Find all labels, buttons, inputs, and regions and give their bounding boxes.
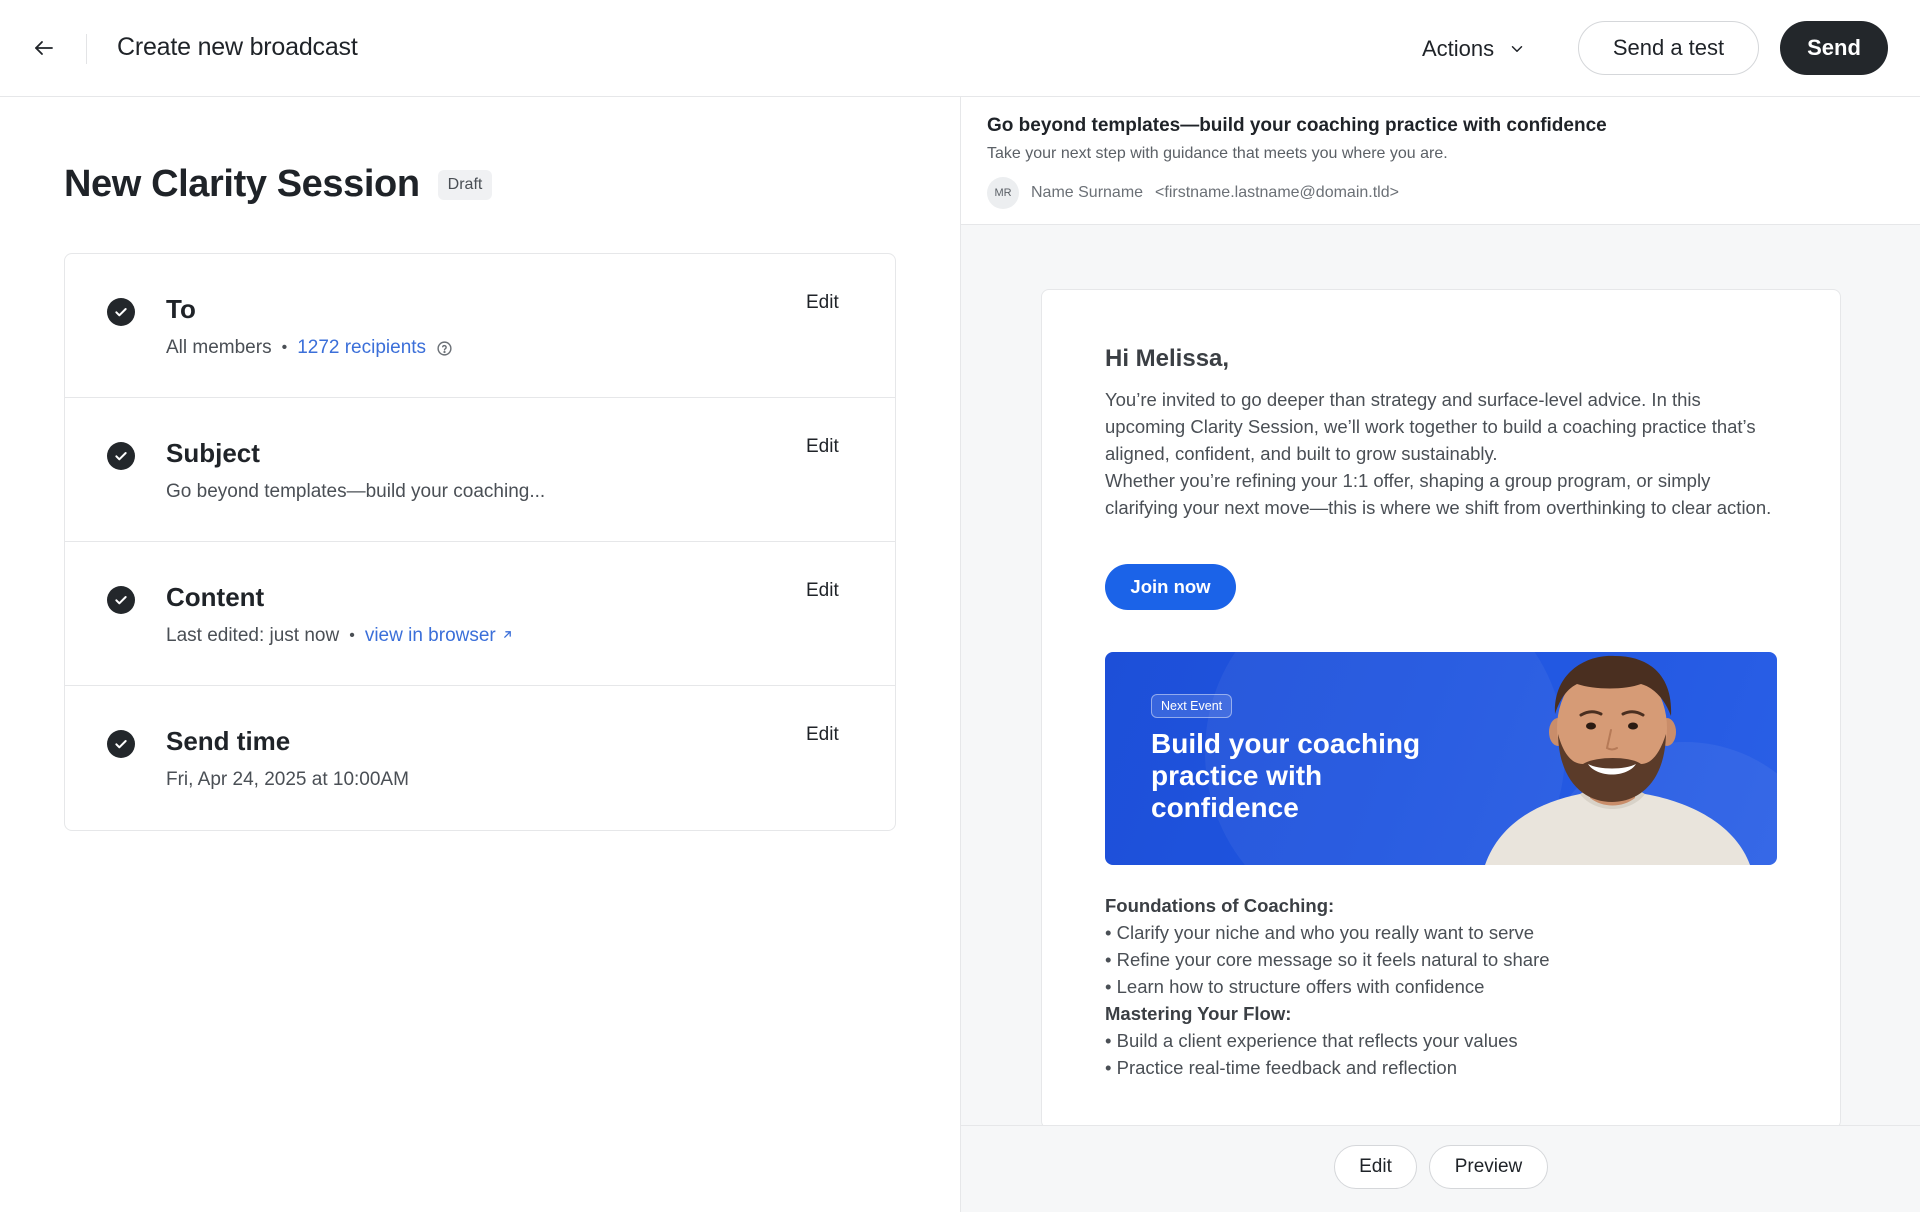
- list-item: • Learn how to structure offers with con…: [1105, 976, 1485, 997]
- avatar: MR: [987, 177, 1019, 209]
- step-subject-summary: Go beyond templates—build your coaching.…: [166, 481, 545, 503]
- section-mastering-flow: Mastering Your Flow: • Build a client ex…: [1105, 1000, 1785, 1081]
- join-now-button[interactable]: Join now: [1105, 564, 1236, 610]
- sender-row: MR Name Surname <firstname.lastname@doma…: [987, 177, 1399, 209]
- section-foundations: Foundations of Coaching: • Clarify your …: [1105, 892, 1785, 1000]
- list-item: • Refine your core message so it feels n…: [1105, 949, 1550, 970]
- step-to-title: To: [166, 294, 196, 324]
- page-title: Create new broadcast: [117, 33, 358, 61]
- banner-title: Build your coaching practice with confid…: [1151, 728, 1421, 823]
- step-subject-title: Subject: [166, 438, 260, 468]
- list-item: • Clarify your niche and who you really …: [1105, 922, 1535, 943]
- view-in-browser-label: view in browser: [364, 625, 496, 646]
- step-to-summary: All members • 1272 recipients: [166, 337, 453, 359]
- arrow-left-icon: [35, 41, 53, 55]
- step-subject: Subject Go beyond templates—build your c…: [65, 398, 895, 542]
- step-to: To All members • 1272 recipients Edit: [65, 254, 895, 398]
- last-edited-label: Last edited: just now: [166, 625, 340, 646]
- broadcast-title-row: New Clarity Session Draft: [64, 163, 493, 206]
- top-bar: Create new broadcast Actions Send a test…: [0, 0, 1920, 97]
- edit-content-button[interactable]: Edit: [806, 580, 839, 602]
- section-heading: Foundations of Coaching:: [1105, 895, 1335, 916]
- step-content-title: Content: [166, 582, 265, 612]
- edit-send-time-button[interactable]: Edit: [806, 724, 839, 746]
- send-test-button[interactable]: Send a test: [1578, 21, 1759, 75]
- step-send-time-summary: Fri, Apr 24, 2025 at 10:00AM: [166, 769, 409, 791]
- actions-dropdown[interactable]: Actions: [1422, 32, 1526, 66]
- send-time-value: Fri, Apr 24, 2025 at 10:00AM: [166, 769, 409, 790]
- help-circle-icon[interactable]: [436, 340, 453, 357]
- sender-email: <firstname.lastname@domain.tld>: [1155, 184, 1399, 201]
- step-send-time-title: Send time: [166, 726, 291, 756]
- banner-chip: Next Event: [1151, 694, 1233, 718]
- chevron-down-icon: [1511, 46, 1523, 52]
- header-divider: [86, 34, 87, 64]
- broadcast-steps: To All members • 1272 recipients Edit Su…: [64, 253, 896, 831]
- email-greeting: Hi Melissa,: [1105, 345, 1230, 372]
- email-paragraph: You’re invited to go deeper than strateg…: [1105, 389, 1756, 464]
- email-subject: Go beyond templates—build your coaching …: [987, 115, 1607, 136]
- email-paragraph: Whether you’re refining your 1:1 offer, …: [1105, 470, 1772, 518]
- email-preheader: Take your next step with guidance that m…: [987, 145, 1448, 162]
- edit-subject-button[interactable]: Edit: [806, 436, 839, 458]
- edit-to-button[interactable]: Edit: [806, 292, 839, 314]
- actions-label: Actions: [1422, 36, 1495, 61]
- check-circle-icon: [107, 586, 135, 614]
- check-circle-icon: [107, 298, 135, 326]
- preview-footer: Edit Preview: [961, 1125, 1920, 1212]
- audience-label: All members: [166, 337, 272, 358]
- email-preview-pane: Go beyond templates—build your coaching …: [960, 97, 1920, 1212]
- email-body-card: Hi Melissa, You’re invited to go deeper …: [1041, 289, 1841, 1129]
- send-button[interactable]: Send: [1780, 21, 1888, 75]
- step-content: Content Last edited: just now • view in …: [65, 542, 895, 686]
- recipients-link[interactable]: 1272 recipients: [297, 337, 426, 359]
- list-item: • Practice real-time feedback and reflec…: [1105, 1057, 1457, 1078]
- check-circle-icon: [107, 730, 135, 758]
- email-body-text: You’re invited to go deeper than strateg…: [1105, 386, 1785, 521]
- external-arrow-icon: [504, 631, 511, 638]
- preview-button[interactable]: Preview: [1429, 1145, 1548, 1189]
- view-in-browser-link[interactable]: view in browser: [365, 625, 514, 647]
- subject-preview: Go beyond templates—build your coaching.…: [166, 481, 546, 502]
- broadcast-title: New Clarity Session: [64, 163, 420, 205]
- back-button[interactable]: [26, 30, 62, 66]
- list-item: • Build a client experience that reflect…: [1105, 1030, 1518, 1051]
- step-content-summary: Last edited: just now • view in browser: [166, 625, 514, 647]
- step-send-time: Send time Fri, Apr 24, 2025 at 10:00AM E…: [65, 686, 895, 830]
- bullet-separator: •: [349, 627, 355, 644]
- smiling-man-image: [1485, 655, 1750, 865]
- edit-email-button[interactable]: Edit: [1334, 1145, 1417, 1189]
- check-circle-icon: [107, 442, 135, 470]
- section-heading: Mastering Your Flow:: [1105, 1003, 1292, 1024]
- broadcast-settings-pane: New Clarity Session Draft To All members…: [0, 97, 960, 1212]
- email-header: Go beyond templates—build your coaching …: [961, 97, 1920, 225]
- event-banner: Next Event Build your coaching practice …: [1105, 652, 1777, 865]
- sender-name: Name Surname: [1031, 184, 1144, 201]
- bullet-separator: •: [281, 339, 288, 356]
- status-badge: Draft: [437, 169, 493, 200]
